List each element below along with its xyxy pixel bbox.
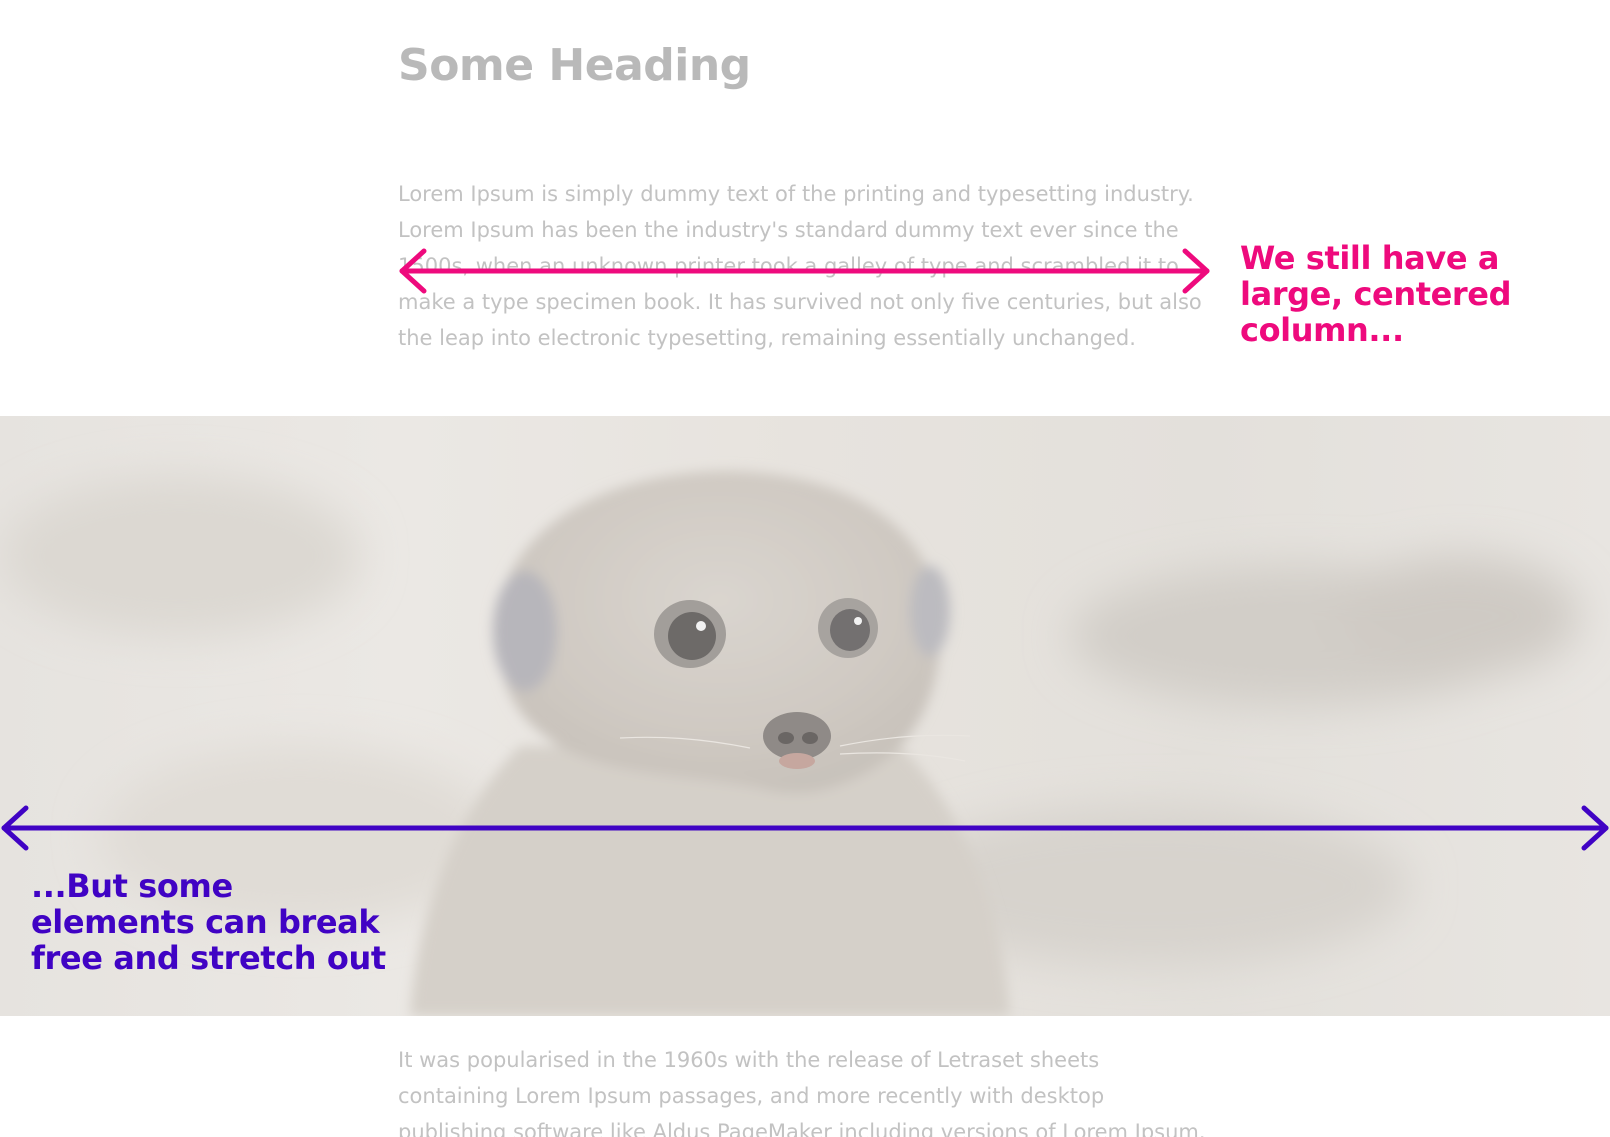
fullwidth-callout-text: ...But some elements can break free and … <box>31 867 386 977</box>
column-width-arrow <box>399 248 1210 294</box>
column-callout-text: We still have a large, centered column..… <box>1240 239 1512 349</box>
page: Some Heading Lorem Ipsum is simply dummy… <box>0 0 1610 1137</box>
fullwidth-arrow <box>1 805 1609 851</box>
